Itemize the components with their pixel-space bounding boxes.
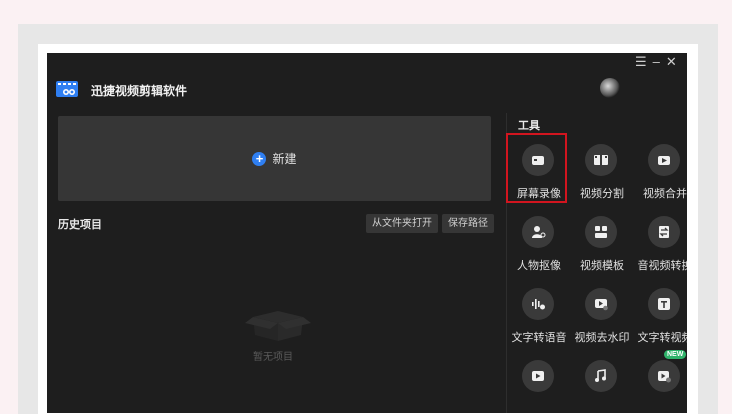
text-to-speech-icon [522, 288, 554, 320]
new-badge: NEW [664, 350, 687, 359]
menu-icon[interactable]: ☰ [635, 55, 647, 69]
remove-watermark-icon [585, 288, 617, 320]
history-title: 历史项目 [58, 219, 102, 231]
plus-icon: + [252, 151, 267, 166]
new-project-button[interactable]: + 新建 [58, 116, 491, 201]
minimize-icon[interactable]: – [653, 55, 660, 69]
empty-projects-label: 暂无项目 [253, 352, 293, 363]
save-path-button[interactable]: 保存路径 [442, 214, 494, 233]
music-icon [585, 360, 617, 392]
tool-label: 视频合并 [643, 188, 687, 200]
video-split-icon [585, 144, 617, 176]
tool-label: 文字转视频 [637, 332, 688, 344]
app-window: 迅捷视频剪辑软件 ☰ – ✕ + 新建 历史项目 从文件夹打开 保存路径 暂无项… [47, 53, 687, 413]
close-icon[interactable]: ✕ [666, 55, 677, 69]
video-play-icon [522, 360, 554, 392]
avatar[interactable] [600, 78, 620, 98]
new-project-label: 新建 [272, 152, 297, 166]
tool-video-play[interactable] [506, 360, 572, 413]
open-from-folder-button[interactable]: 从文件夹打开 [366, 214, 438, 233]
tool-video-merge[interactable]: 视频合并 [632, 144, 687, 210]
av-convert-icon [648, 216, 680, 248]
tool-music[interactable] [569, 360, 635, 413]
window-controls: ☰ – ✕ [635, 55, 677, 69]
tool-label: 音视频转换 [637, 260, 688, 272]
tools-title: 工具 [518, 120, 540, 132]
video-template-icon [585, 216, 617, 248]
app-title: 迅捷视频剪辑软件 [91, 84, 188, 98]
tool-video-add[interactable] [632, 360, 687, 413]
person-cutout-icon [522, 216, 554, 248]
highlight-box [506, 133, 567, 203]
text-to-video-icon [648, 288, 680, 320]
video-add-icon [648, 360, 680, 392]
video-merge-icon [648, 144, 680, 176]
tool-text-to-video[interactable]: 文字转视频 [632, 288, 687, 354]
app-logo-icon [56, 81, 78, 97]
tool-av-convert[interactable]: 音视频转换 [632, 216, 687, 282]
empty-box-icon [245, 311, 311, 341]
